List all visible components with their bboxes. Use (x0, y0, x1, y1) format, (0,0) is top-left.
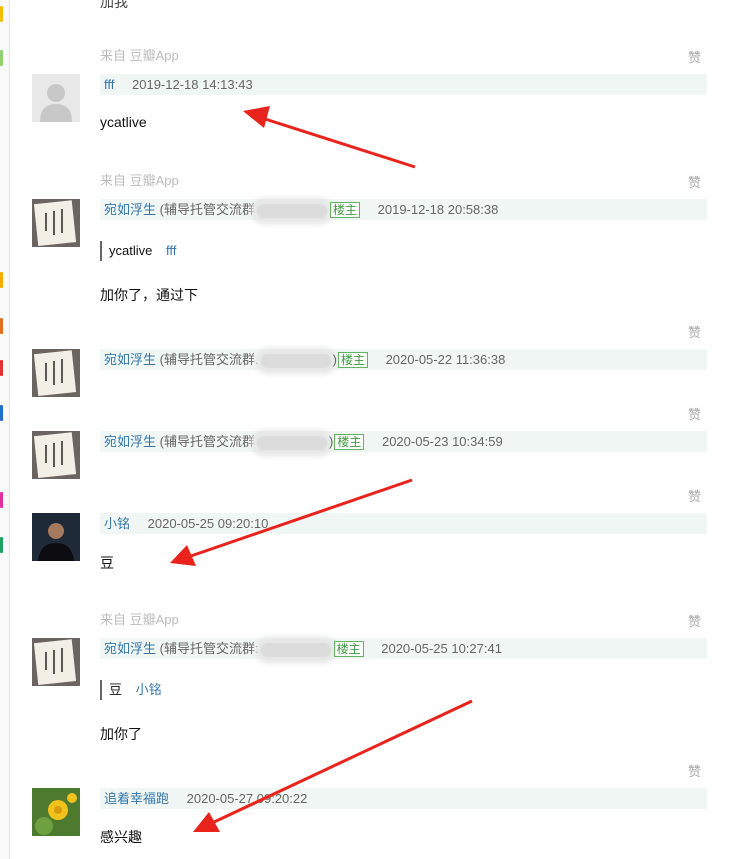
annotation-arrows (170, 106, 473, 832)
red-arrow-icon (193, 699, 473, 832)
red-arrow-icon (170, 478, 413, 566)
red-arrow-icon (243, 106, 416, 169)
